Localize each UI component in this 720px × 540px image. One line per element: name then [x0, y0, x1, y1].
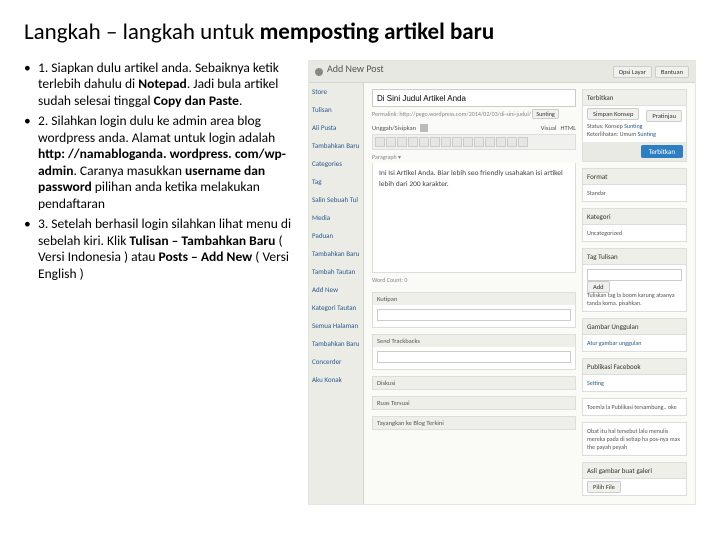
- galeri-box: Asli gambar buat galeriPilih File: [582, 462, 687, 496]
- kutipan-box: Kutipan: [372, 292, 576, 328]
- quote-icon[interactable]: [430, 137, 440, 147]
- nav-categories[interactable]: Categories: [312, 159, 360, 168]
- screen-options-button[interactable]: Opsi Layar: [613, 66, 652, 78]
- nav-tambah[interactable]: Tambahkan Baru: [312, 141, 360, 150]
- nav-alipusta[interactable]: Ali Pusta: [312, 123, 360, 132]
- theme-box: Toemla la Publikasi tersambung.. oke: [582, 398, 687, 416]
- nav-tambah2[interactable]: Tambahkan Baru: [312, 249, 360, 258]
- paragraph-select[interactable]: Paragraph ▾: [372, 153, 576, 161]
- publish-box: Terbitkan Simpan Konsep Pratinjau Status…: [582, 89, 687, 162]
- nav-media[interactable]: Media: [312, 213, 360, 222]
- editor-content[interactable]: Ini Isi Artikel Anda. Biar lebih seo fri…: [372, 163, 576, 273]
- steps-list: 1. Siapkan dulu artikel anda. Sebaiknya …: [24, 60, 302, 505]
- unggulan-box: Gambar UnggulanAtur gambar unggulan: [582, 318, 687, 352]
- slide-title: Langkah – langkah untuk memposting artik…: [24, 18, 696, 46]
- step-3: 3. Setelah berhasil login silahkan lihat…: [24, 216, 302, 282]
- italic-icon[interactable]: [386, 137, 396, 147]
- nav-kategori[interactable]: Kategori Tautan: [312, 303, 360, 312]
- format-box: FormatStandar: [582, 168, 687, 202]
- unlink-icon[interactable]: [485, 137, 495, 147]
- tag-box: Tag TulisanAddTuliskan tag la boom karun…: [582, 248, 687, 312]
- tayangkan-box: Tayangkan ke Blog Terkini: [372, 416, 576, 430]
- nav-halaman[interactable]: Semua Halaman: [312, 321, 360, 330]
- preview-button[interactable]: Pratinjau: [646, 110, 682, 122]
- nav-store[interactable]: Store: [312, 87, 360, 96]
- permalink: Permalink: http://pego.wordpress.com/201…: [372, 110, 576, 118]
- step-2: 2. Silahkan login dulu ke admin area blo…: [24, 113, 302, 212]
- more-icon[interactable]: [496, 137, 506, 147]
- diskusi-box: Diskusi: [372, 376, 576, 390]
- ol-icon[interactable]: [419, 137, 429, 147]
- fullscreen-icon[interactable]: [518, 137, 528, 147]
- visual-tab[interactable]: Visual: [541, 124, 557, 132]
- align-left-icon[interactable]: [441, 137, 451, 147]
- step-1: 1. Siapkan dulu artikel anda. Sebaiknya …: [24, 60, 302, 109]
- link-icon[interactable]: [474, 137, 484, 147]
- publish-button[interactable]: Terbitkan: [641, 145, 683, 158]
- nav-addnew[interactable]: Add New: [312, 285, 360, 294]
- wp-page-title: Add New Post: [327, 62, 384, 75]
- nav-tautan[interactable]: Tambah Tautan: [312, 267, 360, 276]
- editor-toolbar: [372, 134, 576, 150]
- set-featured-link[interactable]: Atur gambar unggulan: [587, 339, 641, 347]
- html-tab[interactable]: HTML: [560, 124, 576, 132]
- edit-visibility[interactable]: Sunting: [638, 130, 656, 138]
- trackback-box: Send Trackbacks: [372, 334, 576, 370]
- facebook-box: Publikasi FacebookSetting: [582, 358, 687, 392]
- save-draft-button[interactable]: Simpan Konsep: [587, 108, 639, 120]
- wordpress-screenshot: Add New Post Opsi Layar Bantuan Store Tu…: [308, 60, 696, 505]
- strike-icon[interactable]: [397, 137, 407, 147]
- nav-tulisan[interactable]: Tulisan: [312, 105, 360, 114]
- spell-icon[interactable]: [507, 137, 517, 147]
- nav-tambah3[interactable]: Tambahkan Baru: [312, 339, 360, 348]
- bold-icon[interactable]: [375, 137, 385, 147]
- align-center-icon[interactable]: [452, 137, 462, 147]
- ruas-box: Ruas Tersuai: [372, 396, 576, 410]
- nav-aku[interactable]: Aku Konak: [312, 375, 360, 384]
- align-right-icon[interactable]: [463, 137, 473, 147]
- ul-icon[interactable]: [408, 137, 418, 147]
- nav-tag[interactable]: Tag: [312, 177, 360, 186]
- nav-paduan[interactable]: Paduan: [312, 231, 360, 240]
- pin-icon: [315, 68, 323, 76]
- wp-sidebar: Store Tulisan Ali Pusta Tambahkan Baru C…: [309, 83, 364, 504]
- post-title-input[interactable]: [372, 89, 576, 107]
- edit-permalink-button[interactable]: Sunting: [532, 109, 558, 119]
- kategori-box: KategoriUncategorized: [582, 208, 687, 242]
- help-button[interactable]: Bantuan: [655, 66, 689, 78]
- nav-salin[interactable]: Salin Sebuah Tul: [312, 195, 360, 204]
- media-icon[interactable]: [420, 124, 428, 132]
- upload-insert[interactable]: Unggah/Sisipkan: [372, 124, 416, 132]
- edit-status[interactable]: Sunting: [624, 122, 642, 130]
- choose-file-button[interactable]: Pilih File: [587, 481, 621, 493]
- word-count: Word Count: 0: [372, 276, 576, 284]
- obat-box: Obat itu hal tersebut lalu menulis merek…: [582, 422, 687, 456]
- nav-concerder[interactable]: Concerder: [312, 357, 360, 366]
